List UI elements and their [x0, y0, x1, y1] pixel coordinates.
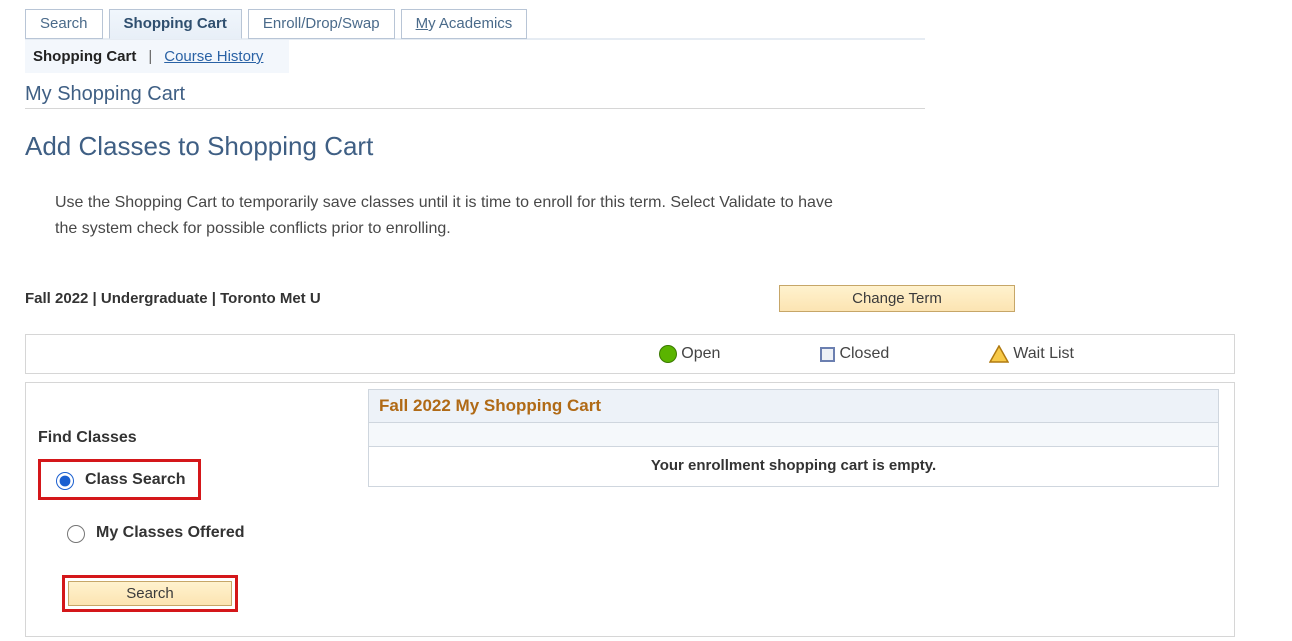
find-classes-label: Find Classes	[38, 429, 348, 447]
tab-enroll-drop-swap[interactable]: Enroll/Drop/Swap	[248, 9, 395, 39]
class-search-highlight: Class Search	[38, 459, 201, 500]
subnav-current: Shopping Cart	[33, 48, 136, 65]
wait-list-icon	[989, 345, 1009, 363]
radio-my-classes-label: My Classes Offered	[96, 524, 245, 542]
tab-search[interactable]: Search	[25, 9, 103, 39]
closed-icon	[820, 347, 835, 362]
subnav-course-history-link[interactable]: Course History	[164, 48, 263, 65]
search-button-highlight: Search	[62, 575, 238, 612]
lower-panel: Find Classes Class Search My Classes Off…	[25, 382, 1235, 637]
legend-wait-list: Wait List	[989, 345, 1074, 363]
legend-closed: Closed	[820, 345, 889, 363]
term-row: Fall 2022 | Undergraduate | Toronto Met …	[25, 285, 1015, 312]
top-tab-bar: Search Shopping Cart Enroll/Drop/Swap My…	[25, 8, 925, 40]
tab-my-academics-rest: y Academics	[428, 15, 512, 32]
change-term-button[interactable]: Change Term	[779, 285, 1015, 312]
search-button[interactable]: Search	[68, 581, 232, 606]
radio-class-search[interactable]	[56, 472, 74, 490]
open-icon	[659, 345, 677, 363]
subnav-separator: |	[148, 48, 152, 65]
radio-my-classes-offered[interactable]	[67, 525, 85, 543]
legend-open-label: Open	[681, 345, 720, 363]
sub-nav: Shopping Cart | Course History	[25, 40, 289, 73]
find-classes-panel: Find Classes Class Search My Classes Off…	[38, 389, 348, 612]
term-text: Fall 2022 | Undergraduate | Toronto Met …	[25, 290, 321, 307]
tab-shopping-cart[interactable]: Shopping Cart	[109, 9, 242, 39]
section-title: My Shopping Cart	[25, 83, 925, 109]
page-title: Add Classes to Shopping Cart	[25, 131, 1292, 162]
shopping-cart-panel: Fall 2022 My Shopping Cart Your enrollme…	[368, 389, 1219, 612]
status-legend: Open Closed Wait List	[25, 334, 1235, 374]
radio-class-search-label: Class Search	[85, 471, 186, 489]
cart-subheader	[368, 423, 1219, 447]
radio-class-search-row[interactable]: Class Search	[45, 465, 192, 494]
legend-wait-label: Wait List	[1013, 345, 1074, 363]
legend-open: Open	[659, 345, 720, 363]
instructions-text: Use the Shopping Cart to temporarily sav…	[55, 190, 855, 241]
legend-closed-label: Closed	[839, 345, 889, 363]
tab-my-academics[interactable]: My Academics	[401, 9, 528, 39]
tab-my-academics-hotkey: M	[416, 15, 429, 32]
cart-empty-message: Your enrollment shopping cart is empty.	[368, 447, 1219, 487]
radio-my-classes-row[interactable]: My Classes Offered	[56, 518, 348, 547]
cart-header: Fall 2022 My Shopping Cart	[368, 389, 1219, 423]
